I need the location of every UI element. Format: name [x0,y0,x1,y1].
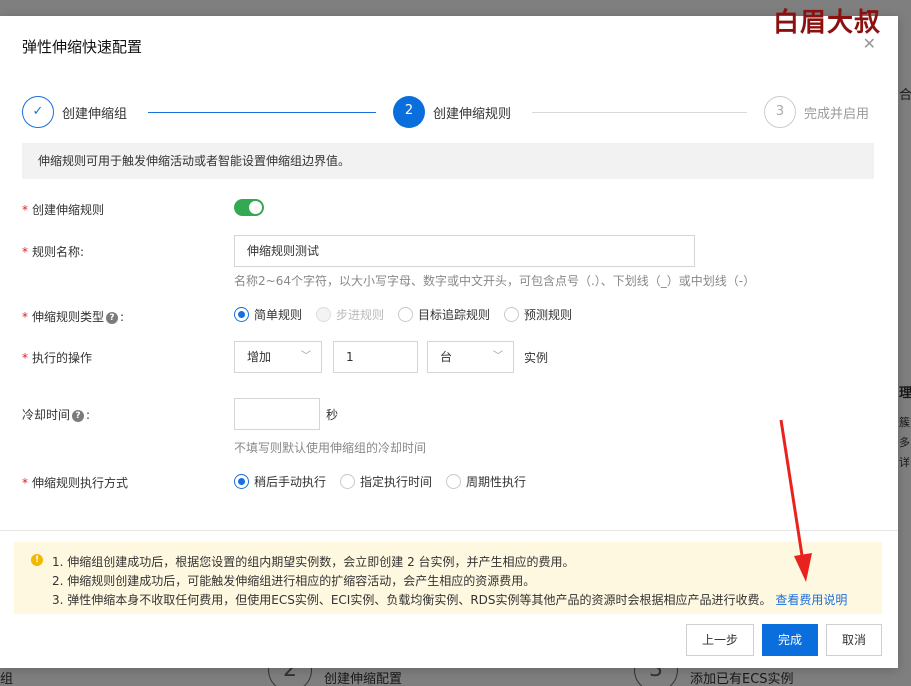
radio-dot [234,474,249,489]
cancel-button[interactable]: 取消 [826,624,882,656]
action-operation-select[interactable]: 增加 ﹀ [234,341,322,373]
step-connector [532,112,747,113]
warning-icon: ! [31,554,43,566]
notice-line-3: 3. 弹性伸缩本身不收取任何费用，但使用ECS实例、ECI实例、负载均衡实例、R… [52,591,847,608]
cooldown-label: 冷却时间?: [22,406,90,423]
label-colon: : [120,310,125,324]
step-connector [148,112,376,113]
step-2-number: 2 [393,96,425,128]
label-text: 伸缩规则类型 [32,310,105,324]
watermark-logo: 白眉大叔 [772,8,881,38]
step-3-label: 完成并启用 [804,107,870,122]
exec-mode-label: * 伸缩规则执行方式 [22,474,128,491]
rule-type-target-tracking-radio[interactable]: 目标追踪规则 [398,306,490,323]
create-rule-label: * 创建伸缩规则 [22,201,104,218]
rule-name-hint: 名称2~64个字符，以大小写字母、数字或中文开头，可包含点号（.）、下划线（_）… [234,274,756,288]
label-text: 冷却时间 [22,408,71,422]
radio-label: 周期性执行 [466,475,527,489]
cooldown-input[interactable] [234,398,320,430]
radio-dot [504,307,520,322]
radio-label: 预测规则 [524,308,573,322]
step-1-check-icon: ✓ [22,96,54,128]
rule-type-step-radio: 步进规则 [316,306,384,323]
radio-label: 稍后手动执行 [254,475,327,489]
radio-label: 步进规则 [336,308,385,322]
exec-periodic-radio[interactable]: 周期性执行 [446,473,526,490]
action-label: * 执行的操作 [22,349,92,366]
cost-notice: ! 1. 伸缩组创建成功后，根据您设置的组内期望实例数，会立即创建 2 台实例，… [14,542,882,614]
label-colon: : [86,408,91,422]
help-icon[interactable]: ? [72,409,85,422]
info-banner: 伸缩规则可用于触发伸缩活动或者智能设置伸缩组边界值。 [22,143,874,179]
exec-mode-radio-group: 稍后手动执行 指定执行时间 周期性执行 [234,473,540,490]
chevron-down-icon: ﹀ [493,351,503,362]
rule-type-label: * 伸缩规则类型?: [22,308,124,325]
rule-name-input[interactable]: 伸缩规则测试 [234,235,695,267]
rule-type-simple-radio[interactable]: 简单规则 [234,306,302,323]
finish-button[interactable]: 完成 [762,624,818,656]
label-text: 规则名称: [32,245,85,259]
radio-label: 指定执行时间 [360,475,433,489]
required-mark: * [22,310,28,324]
step-1-label: 创建伸缩组 [62,107,128,122]
create-rule-toggle[interactable] [234,199,264,216]
required-mark: * [22,203,28,217]
label-text: 执行的操作 [32,351,93,365]
chevron-down-icon: ﹀ [301,351,311,362]
action-unit-select[interactable]: 台 ﹀ [427,341,514,373]
step-2-label: 创建伸缩规则 [433,107,512,122]
view-pricing-link[interactable]: 查看费用说明 [775,593,847,607]
rule-type-predictive-radio[interactable]: 预测规则 [504,306,572,323]
help-icon[interactable]: ? [106,311,119,324]
exec-scheduled-radio[interactable]: 指定执行时间 [340,473,432,490]
radio-label: 简单规则 [254,308,303,322]
action-suffix: 实例 [524,351,549,365]
step-3-number: 3 [764,96,796,128]
required-mark: * [22,476,28,490]
select-value: 增加 [247,350,272,364]
quick-config-dialog: 弹性伸缩快速配置 ✕ ✓ 创建伸缩组 2 创建伸缩规则 3 完成并启用 伸缩规则… [0,16,898,668]
radio-dot [446,474,462,489]
select-value: 台 [440,350,453,364]
notice-line-2: 2. 伸缩规则创建成功后，可能触发伸缩组进行相应的扩缩容活动，会产生相应的资源费… [52,574,536,588]
footer-divider [0,530,898,531]
required-mark: * [22,245,28,259]
radio-dot [340,474,356,489]
rule-name-label: * 规则名称: [22,243,84,260]
label-text: 创建伸缩规则 [32,203,105,217]
required-mark: * [22,351,28,365]
prev-step-button[interactable]: 上一步 [686,624,754,656]
radio-dot [398,307,414,322]
notice-line-3-text: 3. 弹性伸缩本身不收取任何费用，但使用ECS实例、ECI实例、负载均衡实例、R… [52,593,772,607]
dialog-title: 弹性伸缩快速配置 [22,38,143,56]
rule-type-radio-group: 简单规则 步进规则 目标追踪规则 预测规则 [234,306,586,323]
label-text: 伸缩规则执行方式 [32,476,129,490]
cooldown-hint: 不填写则默认使用伸缩组的冷却时间 [234,441,427,455]
toggle-knob [249,201,262,214]
radio-dot [234,307,249,322]
action-count-input[interactable]: 1 [333,341,418,373]
cooldown-unit: 秒 [326,408,339,422]
radio-label: 目标追踪规则 [418,308,491,322]
radio-dot [316,307,332,322]
exec-manual-radio[interactable]: 稍后手动执行 [234,473,326,490]
notice-line-1: 1. 伸缩组创建成功后，根据您设置的组内期望实例数，会立即创建 2 台实例，并产… [52,555,575,569]
